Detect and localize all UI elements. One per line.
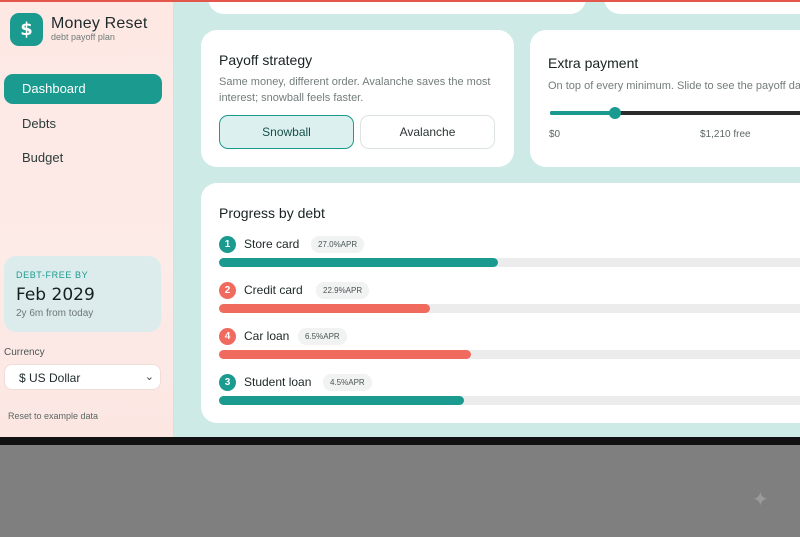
progress-by-debt-card: Progress by debt 1 Store card 27.0%APR 2…: [201, 183, 800, 423]
debt-row-car-loan: 4 Car loan 6.5%APR: [219, 328, 800, 368]
bottom-band: [0, 437, 800, 445]
debt-name: Credit card: [244, 283, 303, 297]
currency-select[interactable]: $ US Dollar ⌄: [4, 364, 161, 390]
nav-item-dashboard[interactable]: Dashboard: [4, 74, 162, 104]
dollar-logo-icon: $: [10, 13, 43, 46]
apr-badge: 6.5%APR: [298, 328, 347, 345]
sidebar: $ Money Reset debt payoff plan Dashboard…: [0, 0, 174, 437]
progress-bar-fill: [219, 396, 464, 405]
payoff-strategy-card: Payoff strategy Same money, different or…: [201, 30, 514, 167]
progress-bar-fill: [219, 350, 471, 359]
debt-row-student-loan: 3 Student loan 4.5%APR: [219, 374, 800, 414]
app-window: $ Money Reset debt payoff plan Dashboard…: [0, 0, 800, 437]
debt-order-badge: 1: [219, 236, 236, 253]
progress-bar-fill: [219, 258, 498, 267]
top-card-partial: [208, 0, 586, 14]
debt-free-date: Feb 2029: [16, 285, 95, 305]
extra-payment-title: Extra payment: [548, 55, 639, 71]
debt-row-store-card: 1 Store card 27.0%APR: [219, 236, 800, 276]
extra-payment-slider[interactable]: [550, 107, 800, 119]
payoff-strategy-description: Same money, different order. Avalanche s…: [219, 76, 491, 104]
apr-badge: 22.9%APR: [316, 282, 370, 299]
currency-label: Currency: [4, 347, 45, 358]
apr-badge: 27.0%APR: [311, 236, 365, 253]
app-subtitle: debt payoff plan: [51, 32, 115, 42]
slider-fill: [550, 111, 615, 115]
progress-title: Progress by debt: [219, 205, 325, 221]
top-accent-line: [0, 0, 800, 2]
debt-order-badge: 4: [219, 328, 236, 345]
snowball-button[interactable]: Snowball: [219, 115, 354, 149]
progress-bar-fill: [219, 304, 430, 313]
top-card-partial-right: [604, 0, 800, 14]
slider-min-label: $0: [549, 129, 561, 140]
avalanche-button[interactable]: Avalanche: [360, 115, 495, 149]
progress-bar-track: [219, 396, 800, 405]
extra-payment-card: Extra payment On top of every minimum. S…: [530, 30, 800, 167]
sparkle-icon: ✦: [752, 487, 769, 511]
progress-bar-track: [219, 258, 800, 267]
currency-value: $ US Dollar: [19, 371, 81, 385]
payoff-strategy-title: Payoff strategy: [219, 52, 313, 68]
apr-badge: 4.5%APR: [323, 374, 372, 391]
debt-free-countdown: 2y 6m from today: [16, 308, 94, 319]
debt-name: Student loan: [244, 375, 312, 389]
slider-thumb[interactable]: [609, 107, 621, 119]
debt-order-badge: 3: [219, 374, 236, 391]
debt-order-badge: 2: [219, 282, 236, 299]
chevron-down-icon: ⌄: [144, 370, 154, 383]
debt-free-card: DEBT-FREE BY Feb 2029 2y 6m from today: [4, 256, 161, 332]
nav-item-debts[interactable]: Debts: [4, 109, 162, 139]
debt-name: Car loan: [244, 329, 290, 343]
progress-bar-track: [219, 304, 800, 313]
debt-free-label: DEBT-FREE BY: [16, 270, 89, 280]
nav-item-budget[interactable]: Budget: [4, 143, 162, 173]
app-title: Money Reset: [51, 15, 148, 32]
extra-payment-description: On top of every minimum. Slide to see th…: [548, 80, 800, 92]
reset-example-data-link[interactable]: Reset to example data: [8, 411, 98, 421]
progress-bar-track: [219, 350, 800, 359]
debt-name: Store card: [244, 237, 300, 251]
debt-row-credit-card: 2 Credit card 22.9%APR: [219, 282, 800, 322]
slider-free-label: $1,210 free: [700, 129, 751, 140]
